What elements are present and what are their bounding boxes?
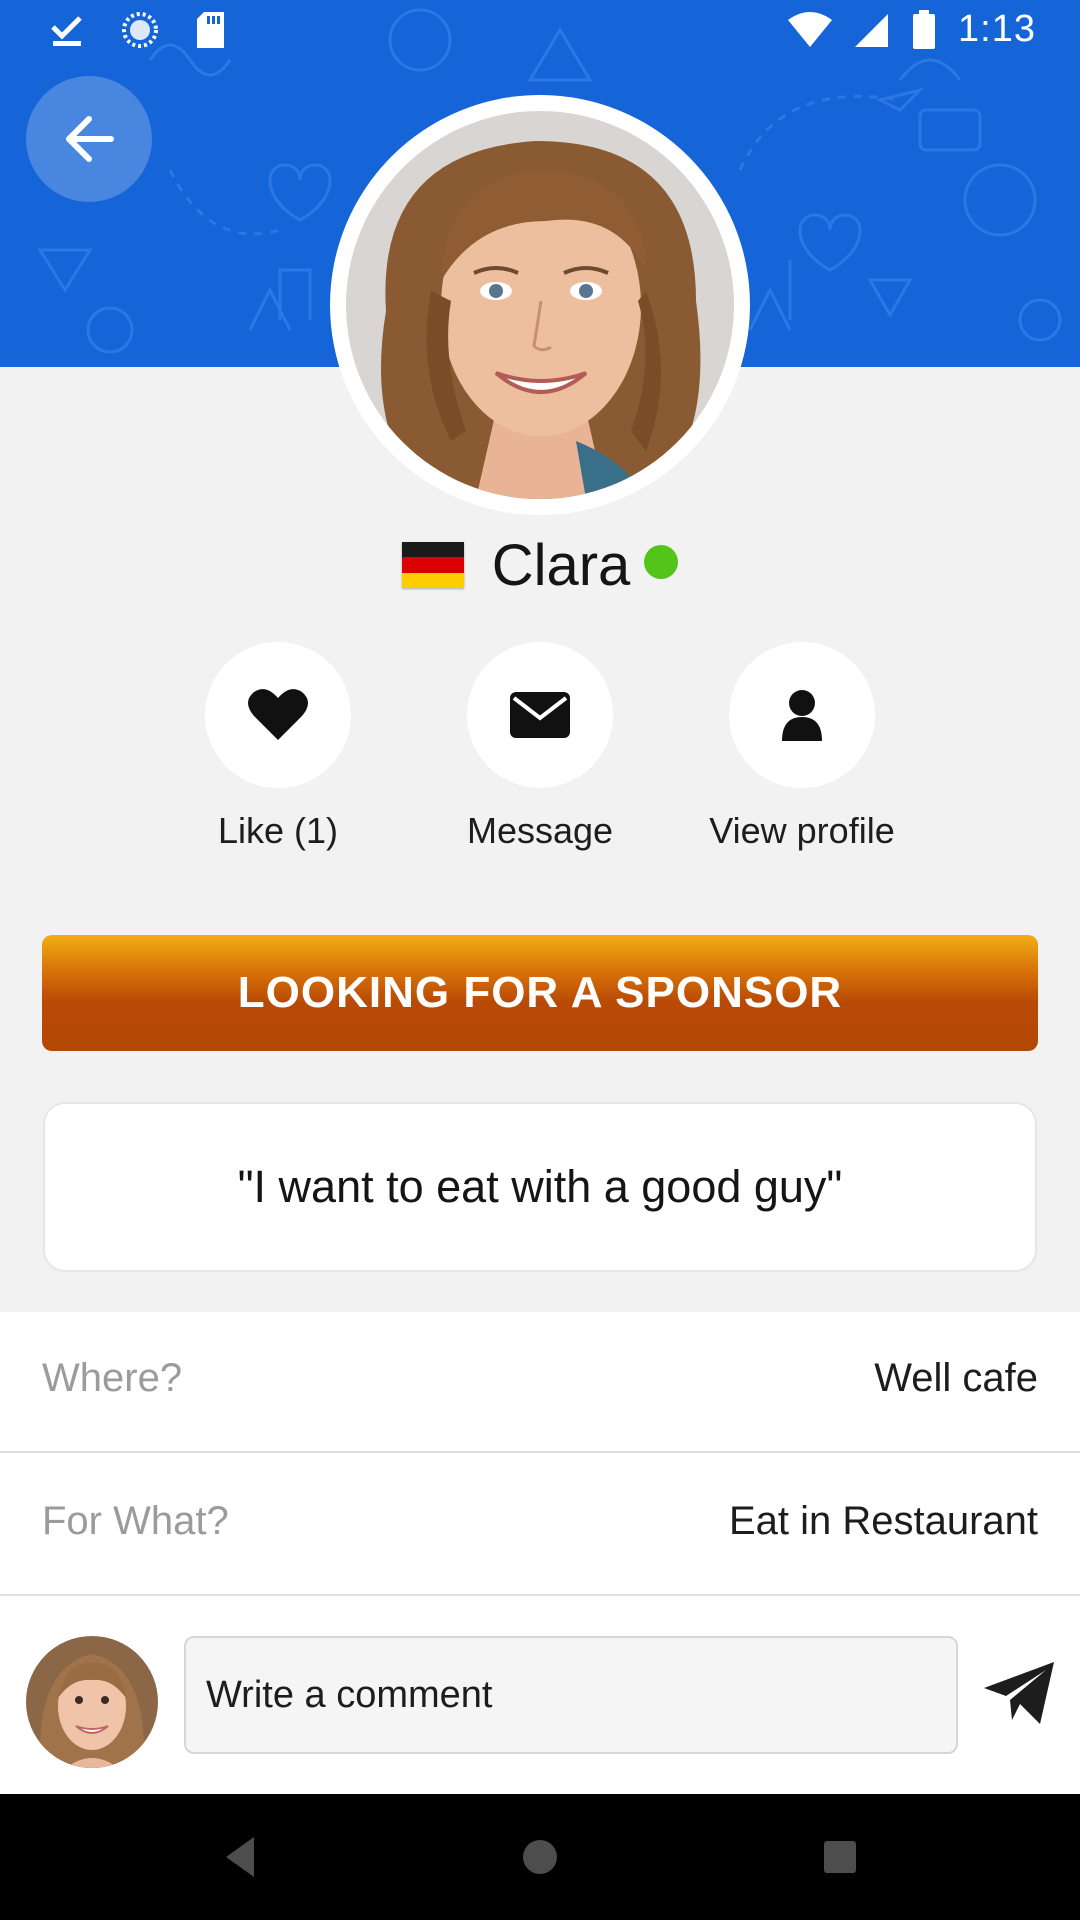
heart-icon [248,689,308,740]
nav-back-icon[interactable] [222,1827,258,1887]
like-button[interactable]: Like (1) [148,642,408,852]
view-profile-label: View profile [709,810,895,851]
status-time: 1:13 [958,8,1036,50]
comment-input[interactable] [184,1636,958,1754]
paper-plane-icon [984,1662,1054,1724]
detail-row-for-what: For What? Eat in Restaurant [0,1455,1080,1596]
wifi-icon [788,11,833,47]
my-avatar-photo [26,1636,158,1768]
message-label: Message [466,810,614,851]
detail-key: Where? [42,1356,183,1400]
detail-row-where: Where? Well cafe [0,1312,1080,1453]
profile-name-row: Clara [0,530,1080,600]
germany-flag-icon [401,542,464,588]
back-button[interactable] [26,76,152,202]
online-status-dot [644,545,679,579]
system-navigation-bar [0,1794,1080,1920]
comment-bar [0,1598,1080,1794]
user-icon [782,690,822,741]
profile-avatar[interactable] [330,95,750,515]
avatar-photo [346,111,734,499]
nav-recents-icon[interactable] [822,1827,858,1887]
send-comment-button[interactable] [982,1660,1058,1736]
like-label: Like (1) [217,810,339,851]
signal-icon [855,13,889,47]
status-quote: "I want to eat with a good guy" [43,1102,1037,1272]
detail-key: For What? [42,1499,229,1543]
nav-home-icon[interactable] [520,1827,560,1887]
view-profile-button[interactable]: View profile [672,642,932,852]
check-download-icon [51,16,82,46]
sync-circle-icon [122,12,158,48]
details-list: Where? Well cafe For What? Eat in Restau… [0,1312,1080,1598]
my-avatar [26,1636,158,1768]
detail-value: Well cafe [874,1356,1038,1400]
arrow-left-icon [66,116,114,162]
envelope-icon [510,692,570,738]
sd-card-icon [197,12,224,48]
detail-value: Eat in Restaurant [728,1499,1038,1543]
status-bar: 1:13 [0,0,1080,64]
message-button[interactable]: Message [410,642,670,852]
profile-name: Clara [491,532,631,598]
profile-actions: Like (1) Message View profile [0,642,1080,862]
battery-icon [913,9,936,49]
looking-for-sponsor-button[interactable]: LOOKING FOR A SPONSOR [42,935,1038,1051]
